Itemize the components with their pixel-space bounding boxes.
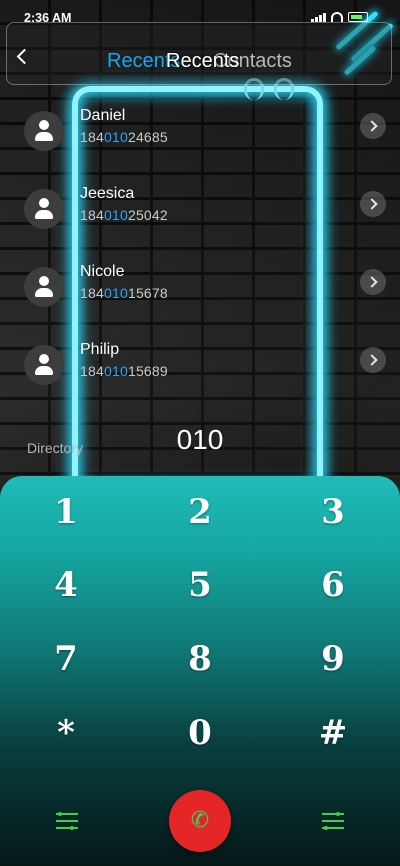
avatar — [24, 267, 64, 307]
key-8[interactable]: 8 — [150, 631, 250, 687]
contact-name: Jeesica — [80, 185, 135, 202]
key-5[interactable]: 5 — [150, 557, 250, 613]
key-7[interactable]: 7 — [16, 631, 116, 687]
key-star[interactable]: * — [16, 705, 116, 761]
list-item[interactable]: Daniel 18401024685 — [24, 107, 386, 157]
chevron-right-icon[interactable] — [360, 269, 386, 295]
list-item[interactable]: Jeesica 18401025042 — [24, 185, 386, 235]
contact-number: 18401024685 — [80, 129, 168, 145]
avatar — [24, 189, 64, 229]
page-title: Recents — [166, 50, 240, 72]
battery-icon — [348, 12, 368, 22]
key-9[interactable]: 9 — [283, 631, 383, 687]
signal-icon — [311, 13, 326, 22]
key-1[interactable]: 1 — [16, 484, 116, 540]
contact-name: Philip — [80, 341, 120, 358]
dial-display: 010 — [176, 424, 224, 455]
chevron-right-icon[interactable] — [360, 347, 386, 373]
list-item[interactable]: Nicole 18401015678 — [24, 263, 386, 313]
key-3[interactable]: 3 — [283, 484, 383, 540]
status-icons — [311, 12, 368, 22]
header-bar: Recents Contacts Recents — [6, 22, 392, 85]
directory-label[interactable]: Directory — [27, 440, 83, 456]
chevron-right-icon[interactable] — [360, 191, 386, 217]
contact-number: 18401015678 — [80, 285, 168, 301]
list-item[interactable]: Philip 18401015689 — [24, 341, 386, 391]
key-2[interactable]: 2 — [150, 484, 250, 540]
key-6[interactable]: 6 — [283, 557, 383, 613]
key-hash[interactable]: # — [283, 705, 383, 761]
chevron-right-icon[interactable] — [360, 113, 386, 139]
avatar — [24, 111, 64, 151]
contact-name: Nicole — [80, 263, 125, 280]
wifi-icon — [331, 12, 343, 22]
contact-name: Daniel — [80, 107, 126, 124]
contact-number: 18401025042 — [80, 207, 168, 223]
phone-icon: ✆ — [190, 808, 210, 833]
call-button[interactable]: ✆ — [169, 790, 231, 852]
key-0[interactable]: 0 — [150, 705, 250, 761]
key-4[interactable]: 4 — [16, 557, 116, 613]
menu-icon[interactable] — [56, 810, 78, 832]
avatar — [24, 345, 64, 385]
back-icon[interactable] — [16, 48, 33, 65]
contact-number: 18401015689 — [80, 363, 168, 379]
menu-icon[interactable] — [322, 810, 344, 832]
